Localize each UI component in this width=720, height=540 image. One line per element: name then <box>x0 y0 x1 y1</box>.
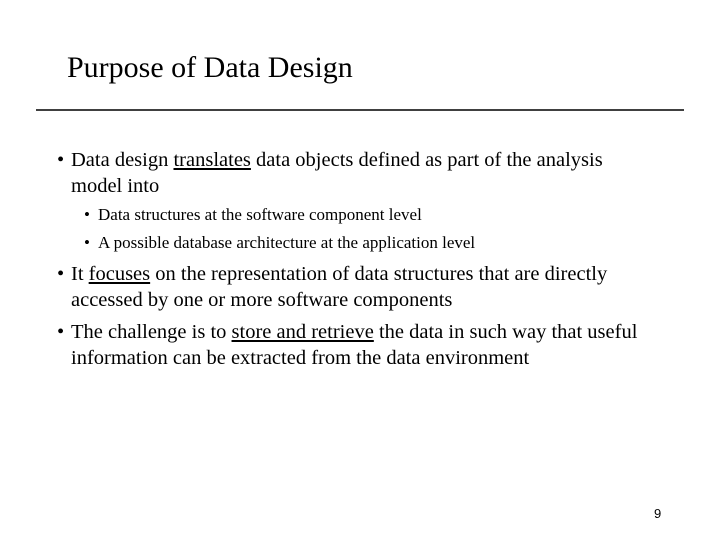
bullet-3-underlined: store and retrieve <box>231 321 374 343</box>
page-number: 9 <box>654 506 662 521</box>
slide-body: • Data design translates data objects def… <box>57 147 657 371</box>
sub-bullet-1: • Data structures at the software compone… <box>57 203 657 227</box>
bullet-icon: • <box>57 321 65 343</box>
bullet-icon: • <box>84 205 90 224</box>
bullet-2-text-pre: It <box>71 263 89 285</box>
bullet-1: • Data design translates data objects def… <box>57 147 657 199</box>
slide-title: Purpose of Data Design <box>67 51 353 84</box>
bullet-3-text-pre: The challenge is to <box>71 321 232 343</box>
bullet-2-underlined: focuses <box>88 263 151 285</box>
bullet-icon: • <box>84 233 90 252</box>
bullet-2: • It focuses on the representation of dat… <box>57 261 657 313</box>
bullet-2-text-post: on the representation of data structures… <box>71 263 608 311</box>
bullet-1-text-pre: Data design <box>71 149 174 171</box>
bullet-1-underlined: translates <box>173 149 251 171</box>
sub-bullet-2-text: A possible database architecture at the … <box>98 233 476 252</box>
bullet-icon: • <box>57 149 65 171</box>
bullet-3: • The challenge is to store and retrieve … <box>57 319 657 371</box>
sub-bullet-2: • A possible database architecture at the… <box>57 231 657 255</box>
bullet-icon: • <box>57 263 65 285</box>
title-divider <box>36 109 684 111</box>
sub-bullet-1-text: Data structures at the software componen… <box>98 205 422 224</box>
